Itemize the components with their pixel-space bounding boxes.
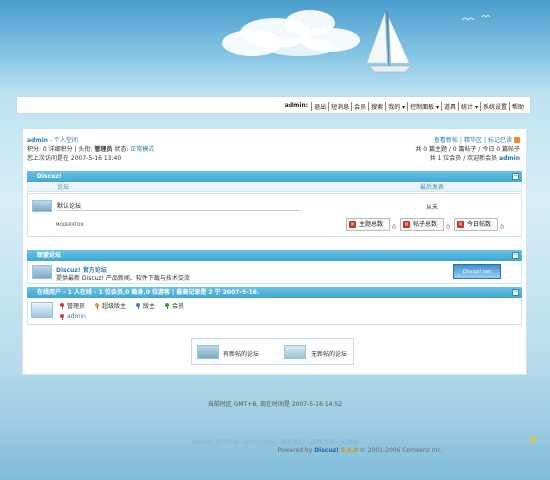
forum-name-link[interactable]: 默认论坛	[57, 201, 81, 210]
legend-member-label: 会员	[172, 303, 185, 310]
discuz-logo-text: Discuz!.net	[462, 269, 492, 275]
forum-column-header: 论坛 最后发表	[27, 183, 522, 192]
footer-time: 当前时区 GMT+8, 现在时间是 2007-5-16 14:52	[207, 401, 343, 408]
nav-items[interactable]: 道具	[441, 102, 458, 111]
member-count-text: 共 1 位会员 / 欢迎新会员	[429, 155, 500, 162]
topic-count-value: 0	[392, 224, 396, 231]
user-info: admin - 个人空间 积分: 0 详细积分 | 头衔: 管理员 状态: 正常…	[27, 136, 154, 163]
linked-forum-row: Discuz! 官方论坛 提供最新 Discuz! 产品新闻、软件下载与技术交流…	[27, 262, 522, 284]
online-section-header: 在线用户 - 1 人在线 - 1 位会员,0 隐身,0 位游客 | 最高记录是 …	[27, 287, 522, 298]
nav-logout[interactable]: 退出	[311, 102, 328, 111]
forum-stats: 查看新帖 | 精华区 | 标记已读 共 0 篇主题 / 0 篇帖子 / 今日 0 篇帖子…	[415, 137, 520, 162]
links-section-title: 联盟论坛	[37, 252, 62, 259]
nav-control-panel[interactable]: 控制面板 ▾	[407, 102, 441, 111]
user-status-link[interactable]: 正常模式	[130, 146, 154, 153]
forum-row: 默认论坛 从未 MODERATOR: × 主题总数 0 × 帖子总数 0 × 今…	[27, 193, 522, 237]
legend-admin: 管理员	[60, 301, 85, 310]
pin-orange-icon	[95, 302, 100, 309]
post-count-value: 0	[446, 224, 450, 231]
post-count-text: 共 0 篇主题 / 0 篇帖子 / 今日 0 篇帖子	[415, 146, 520, 153]
today-count-value: 0	[500, 224, 504, 231]
collapse-icon[interactable]: −	[512, 289, 519, 296]
category-header: Discuz! −	[27, 171, 522, 182]
user-points-text: 积分: 0 详细积分 | 头衔:	[27, 146, 95, 153]
online-user-entry: admin	[60, 313, 86, 320]
nav-system-settings[interactable]: 系统设置	[479, 102, 509, 111]
legend-member: 会员	[165, 301, 184, 310]
header-banner	[0, 0, 550, 92]
nav-members[interactable]: 会员	[351, 102, 368, 111]
forum-divider	[56, 210, 301, 211]
pin-red-icon	[60, 302, 64, 309]
forum-icon-legend: 有新帖的论坛 无新帖的论坛	[191, 338, 354, 365]
linked-forum-desc: 提供最新 Discuz! 产品新闻、软件下载与技术交流	[56, 275, 190, 282]
post-count-label: 帖子总数	[413, 221, 438, 228]
footer-links[interactable]: Discuz! 官方论坛 - 2007 论坛 - 联系我们 - 回到顶部 - 无…	[0, 437, 550, 446]
col-forum-label: 论坛	[57, 184, 70, 191]
online-users-panel: 管理员 超级版主 版主 会员 admin	[27, 299, 522, 325]
close-icon: ×	[403, 221, 410, 228]
footer-powered: Powered by Discuz! 5.5.0 © 2001-2006 Com…	[160, 447, 550, 454]
legend-mod-label: 版主	[143, 303, 156, 310]
pin-red-icon	[60, 313, 64, 320]
powered-by-text: Powered by	[277, 447, 315, 454]
user-name-link[interactable]: admin	[27, 137, 48, 144]
digest-link[interactable]: 精华区	[464, 137, 482, 144]
nav-stats[interactable]: 统计 ▾	[458, 102, 480, 111]
birds-icon	[461, 15, 491, 21]
sailboat-icon	[366, 10, 412, 73]
mark-read-link[interactable]: 标记已读	[488, 137, 512, 144]
rss-icon[interactable]	[514, 137, 520, 143]
online-avatar-icon	[31, 302, 53, 318]
forum-last-post: 从未	[426, 204, 439, 211]
new-posts-icon	[197, 345, 219, 359]
cloud-decoration	[265, 38, 335, 56]
discuz-logo[interactable]: Discuz!.net	[453, 264, 501, 279]
nav-my-menu[interactable]: 我的 ▾	[385, 102, 407, 111]
nav-username: admin:	[284, 102, 309, 109]
moderator-label: MODERATOR:	[56, 222, 85, 227]
online-legend: 管理员 超级版主 版主 会员	[60, 301, 184, 310]
close-icon: ×	[457, 221, 464, 228]
linked-forum-icon	[32, 265, 52, 279]
version-text: 5.5.0	[340, 447, 358, 454]
col-last-post-label: 最后发表	[420, 184, 445, 191]
forum-status-icon	[32, 200, 52, 212]
legend-mod: 版主	[136, 301, 155, 310]
collapse-icon[interactable]: −	[512, 173, 519, 180]
category-title[interactable]: Discuz!	[37, 173, 62, 180]
copyright-text: © 2001-2006 Comsenz Inc.	[357, 447, 443, 454]
topic-count-label: 主题总数	[359, 221, 384, 228]
online-title: 在线用户 - 1 人在线 - 1 位会员,0 隐身,0 位游客 | 最高记录是 …	[37, 289, 260, 296]
pin-green-icon	[165, 302, 170, 309]
personal-space-link[interactable]: - 个人空间	[48, 137, 78, 144]
star-icon	[529, 435, 537, 443]
nav-help[interactable]: 帮助	[508, 102, 526, 111]
links-section-header: 联盟论坛 −	[27, 250, 522, 261]
close-icon: ×	[349, 221, 356, 228]
today-count-button[interactable]: × 今日帖数 0	[454, 218, 504, 231]
user-title: 管理员	[94, 146, 113, 153]
pin-blue-icon	[136, 302, 141, 309]
top-nav-bar: admin: 退出 短消息 会员 搜索 我的 ▾ 控制面板 ▾ 道具 统计 ▾ …	[16, 96, 531, 114]
legend-super-mod-label: 超级版主	[102, 303, 127, 310]
topic-count-button[interactable]: × 主题总数 0	[346, 218, 396, 231]
no-new-posts-label: 无新帖的论坛	[311, 351, 348, 358]
last-visit-text: 您上次访问是在 2007-5-16 13:40	[27, 155, 122, 162]
post-count-button[interactable]: × 帖子总数 0	[400, 218, 450, 231]
legend-super-mod: 超级版主	[95, 301, 126, 310]
nav-search[interactable]: 搜索	[368, 102, 385, 111]
user-status-label: 状态:	[112, 146, 131, 153]
discuz-brand-link[interactable]: Discuz!	[314, 447, 339, 454]
today-count-label: 今日帖数	[467, 221, 492, 228]
collapse-icon[interactable]: −	[512, 252, 519, 259]
view-new-posts-link[interactable]: 查看新帖	[434, 137, 458, 144]
nav-messages[interactable]: 短消息	[328, 102, 351, 111]
online-user-link[interactable]: admin	[67, 313, 86, 320]
legend-admin-label: 管理员	[67, 303, 86, 310]
no-new-posts-icon	[284, 345, 306, 359]
new-member-link[interactable]: admin	[499, 155, 520, 162]
new-posts-label: 有新帖的论坛	[223, 351, 260, 358]
